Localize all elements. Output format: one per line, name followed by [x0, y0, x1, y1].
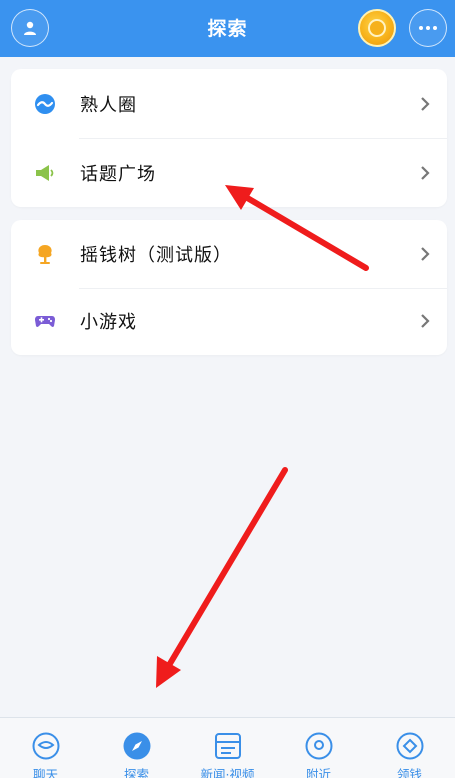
tab-get-money[interactable]: 领钱: [364, 718, 455, 778]
chevron-right-icon: [421, 165, 430, 180]
coin-button[interactable]: [358, 9, 396, 47]
annotation-arrow-tab: [156, 467, 288, 688]
gamepad-icon: [33, 309, 57, 333]
menu-item-label: 话题广场: [80, 163, 156, 185]
news-icon: [214, 733, 241, 759]
money-tree-icon: [33, 242, 57, 266]
more-button[interactable]: [409, 9, 447, 47]
tab-chat[interactable]: 聊天: [0, 718, 91, 778]
top-bar: 探索: [0, 0, 455, 57]
tab-label: 附近: [305, 767, 331, 778]
menu-item-label: 熟人圈: [80, 94, 137, 116]
bottom-tab-bar: 聊天 探索 新闻·视频 附近 领钱: [0, 717, 455, 778]
tab-label: 探索: [123, 767, 149, 778]
chevron-right-icon: [421, 96, 430, 111]
chat-icon: [32, 732, 59, 760]
tab-label: 新闻·视频: [200, 767, 255, 778]
tab-explore[interactable]: 探索: [91, 718, 182, 778]
menu-item-topic-square[interactable]: 话题广场: [11, 138, 447, 207]
menu-item-label: 摇钱树（测试版）: [80, 244, 232, 266]
menu-item-mini-games[interactable]: 小游戏: [11, 287, 447, 356]
acquaintance-circle-icon: [33, 92, 57, 116]
coin-diamond-icon: [396, 732, 423, 760]
more-icon: [419, 26, 437, 30]
coin-icon: [368, 19, 386, 37]
chevron-right-icon: [421, 246, 430, 261]
chevron-right-icon: [421, 314, 430, 329]
tab-label: 聊天: [32, 767, 58, 778]
compass-icon: [123, 732, 150, 760]
tab-news-video[interactable]: 新闻·视频: [182, 718, 273, 778]
location-icon: [305, 732, 332, 760]
tab-nearby[interactable]: 附近: [273, 718, 364, 778]
menu-card-fun: 摇钱树（测试版） 小游戏: [11, 220, 447, 355]
tab-label: 领钱: [396, 767, 422, 778]
menu-item-money-tree[interactable]: 摇钱树（测试版）: [11, 220, 447, 288]
menu-item-acquaintance-circle[interactable]: 熟人圈: [11, 69, 447, 138]
megaphone-icon: [33, 161, 57, 185]
menu-card-social: 熟人圈 话题广场: [11, 69, 447, 207]
menu-item-label: 小游戏: [80, 312, 137, 334]
